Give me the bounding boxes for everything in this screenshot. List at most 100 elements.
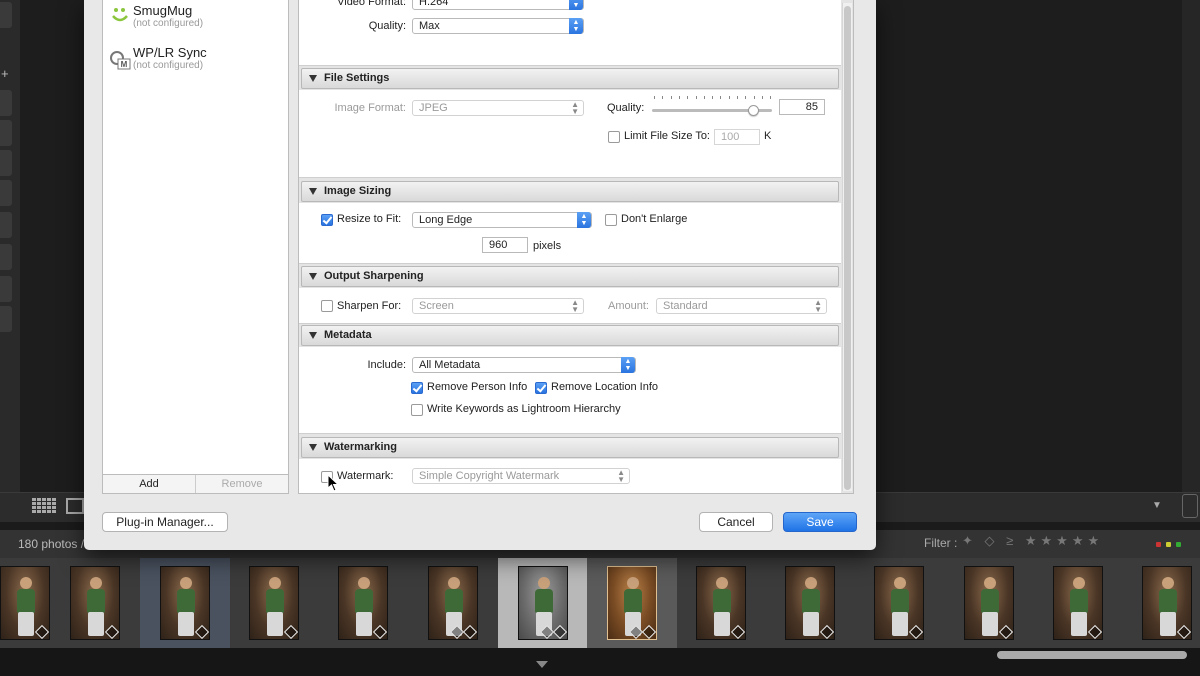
keyword-badge-icon[interactable] [104,624,119,639]
filmstrip-toggle-icon[interactable] [536,661,548,668]
keyword-badge-icon[interactable] [1087,624,1102,639]
metadata-include-select[interactable]: All Metadata ▲ ▼ [412,357,636,373]
file-settings-header[interactable]: File Settings [301,68,839,89]
chevron-down-icon[interactable]: ▼ [1152,500,1162,511]
filmstrip-thumbnail[interactable] [1033,558,1123,648]
video-quality-select[interactable]: Max ▲ ▼ [412,18,584,34]
player-body [535,589,553,613]
settings-scrollbar-thumb[interactable] [844,6,851,490]
filmstrip-thumbnail[interactable] [229,558,319,648]
resize-to-fit-select[interactable]: Long Edge ▲ ▼ [412,212,592,228]
keyword-badge-icon[interactable] [194,624,209,639]
remove-person-info-checkbox[interactable] [411,382,423,394]
player-body [266,589,284,613]
dont-enlarge-checkbox[interactable] [605,214,617,226]
player-legs [714,612,730,636]
image-sizing-header[interactable]: Image Sizing [301,181,839,202]
keyword-badge-icon[interactable] [998,624,1013,639]
write-keywords-checkbox[interactable] [411,404,423,416]
remove-service-button[interactable]: Remove [196,475,288,493]
resize-to-fit-checkbox[interactable] [321,214,333,226]
filmstrip-thumbnail[interactable] [1122,558,1200,648]
tool-tab[interactable] [0,2,12,28]
player-legs [178,612,194,636]
tool-tab[interactable] [0,150,12,176]
filmstrip-thumbnail[interactable] [140,558,230,648]
filmstrip-thumbnail[interactable] [498,558,588,648]
tool-tab[interactable] [0,306,12,332]
photo-thumbnail [338,566,388,640]
tool-tab[interactable] [0,180,12,206]
keyword-badge-icon[interactable] [1176,624,1191,639]
keyword-badge-icon[interactable] [462,624,477,639]
filmstrip-thumbnail[interactable] [587,558,677,648]
section-title: Image Sizing [324,185,392,197]
player-head [269,577,281,589]
filmstrip-thumbnail[interactable] [676,558,766,648]
tool-tab[interactable] [0,120,12,146]
service-list-buttons: Add Remove [102,474,289,494]
keyword-badge-icon[interactable] [730,624,745,639]
dont-enlarge-label: Don't Enlarge [621,213,688,225]
settings-scrollbar[interactable] [842,3,852,491]
disclosure-triangle-icon [309,188,317,195]
quality-value-field[interactable]: 85 [779,99,825,115]
filmstrip-thumbnail[interactable] [854,558,944,648]
tool-tab[interactable] [0,244,12,270]
filmstrip-thumbnail[interactable] [765,558,855,648]
cancel-button[interactable]: Cancel [699,512,773,532]
filter-rating-icons[interactable]: ✦ ◇ ≥ ★★★★★ [962,533,1103,549]
tool-tab[interactable] [0,212,12,238]
keyword-badge-icon[interactable] [372,624,387,639]
tool-tab[interactable] [0,276,12,302]
keyword-badge-icon[interactable] [552,624,567,639]
loupe-view-icon[interactable] [66,498,84,514]
keyword-badge-icon[interactable] [641,624,656,639]
video-format-value: H.264 [419,0,449,8]
keyword-badge-icon[interactable] [34,624,49,639]
output-sharpening-header[interactable]: Output Sharpening [301,266,839,287]
quality-slider-handle[interactable] [748,105,759,116]
remove-location-info-checkbox[interactable] [535,382,547,394]
plus-icon[interactable]: + [1,66,9,81]
video-format-select[interactable]: H.264 ▲▼ [412,0,584,10]
watermarking-header[interactable]: Watermarking [301,437,839,458]
image-format-select[interactable]: JPEG ▲ ▼ [412,100,584,116]
disclosure-triangle-icon [309,273,317,280]
sharpen-for-checkbox[interactable] [321,300,333,312]
metadata-header[interactable]: Metadata [301,325,839,346]
image-format-value: JPEG [419,102,448,114]
long-edge-size-field[interactable]: 960 [482,237,528,253]
filmstrip-thumbnail[interactable] [408,558,498,648]
sharpen-amount-select[interactable]: Standard ▲ ▼ [656,298,827,314]
quality-slider-ticks [654,96,772,100]
label-color-yellow[interactable] [1166,542,1171,547]
label-color-green[interactable] [1176,542,1181,547]
limit-file-size-field[interactable]: 100 [714,129,760,145]
keyword-badge-icon[interactable] [819,624,834,639]
player-head [1162,577,1174,589]
player-body [713,589,731,613]
watermark-label: Watermark: [337,470,394,482]
add-service-button[interactable]: Add [103,475,196,493]
export-dialog: SmugMug (not configured) M WP/LR Sync (n… [84,0,876,550]
filmstrip-thumbnail[interactable] [318,558,408,648]
grid-view-icon[interactable] [32,498,56,515]
service-item-wp-lr-sync[interactable]: M WP/LR Sync (not configured) [103,42,288,82]
disclosure-triangle-icon [309,332,317,339]
keyword-badge-icon[interactable] [908,624,923,639]
plugin-manager-button[interactable]: Plug-in Manager... [102,512,228,532]
player-head [627,577,639,589]
watermark-select[interactable]: Simple Copyright Watermark ▲ ▼ [412,468,630,484]
toolbar-end-button[interactable] [1182,494,1198,518]
service-item-smugmug[interactable]: SmugMug (not configured) [103,0,288,40]
filmstrip-thumbnail[interactable] [944,558,1034,648]
tool-tab[interactable] [0,90,12,116]
label-color-red[interactable] [1156,542,1161,547]
filmstrip-scrollbar[interactable] [997,651,1187,659]
sharpen-for-select[interactable]: Screen ▲ ▼ [412,298,584,314]
save-button[interactable]: Save [783,512,857,532]
keyword-badge-icon[interactable] [283,624,298,639]
limit-file-size-checkbox[interactable] [608,131,620,143]
filmstrip-thumbnail[interactable] [50,558,140,648]
